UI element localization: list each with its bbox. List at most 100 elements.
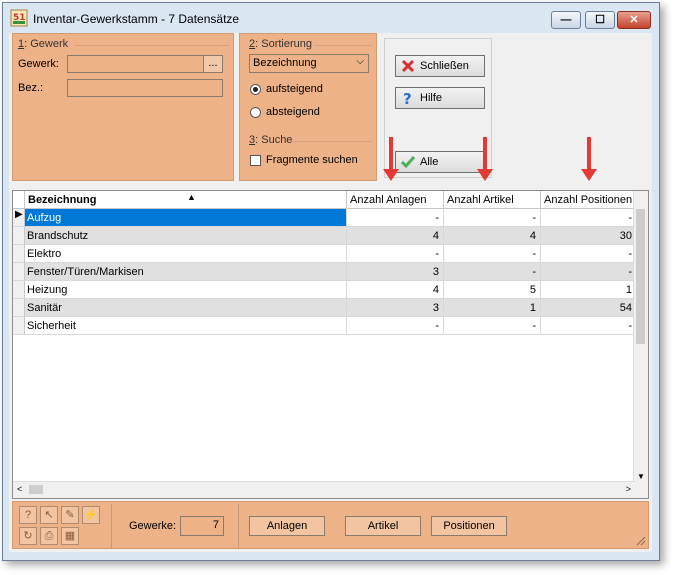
aufsteigend-label: aufsteigend bbox=[266, 83, 323, 95]
close-button[interactable]: Schließen bbox=[395, 55, 485, 77]
cell-name[interactable]: Sanitär bbox=[25, 299, 347, 317]
row-indicator[interactable] bbox=[13, 263, 25, 281]
cell-anlagen[interactable]: - bbox=[347, 317, 444, 335]
table-row[interactable]: Fenster/Türen/Markisen 3- - bbox=[13, 263, 637, 281]
cell-anlagen[interactable]: 3 bbox=[347, 299, 444, 317]
cell-artikel[interactable]: 4 bbox=[444, 227, 541, 245]
cell-anlagen[interactable]: 4 bbox=[347, 281, 444, 299]
gewerke-count-field: 7 bbox=[180, 516, 224, 536]
column-header-positionen[interactable]: Anzahl Positionen bbox=[541, 191, 637, 209]
cell-name[interactable]: Aufzug bbox=[25, 209, 347, 227]
fragments-checkbox[interactable] bbox=[250, 155, 261, 166]
refresh-icon[interactable]: ↻ bbox=[19, 527, 37, 545]
horizontal-scrollbar[interactable]: < > bbox=[13, 481, 635, 498]
cell-positionen[interactable]: - bbox=[541, 317, 637, 335]
pointer-icon[interactable]: ↖ bbox=[40, 506, 58, 524]
vertical-scrollbar[interactable]: ▼ bbox=[633, 191, 648, 483]
hscroll-thumb[interactable] bbox=[29, 485, 43, 494]
table-row[interactable]: Sicherheit - - - bbox=[13, 317, 637, 335]
search-group-label: 3: Suche bbox=[249, 134, 293, 146]
help-icon[interactable]: ? bbox=[19, 506, 37, 524]
bottom-toolbar: ? ↖ ✎ ⚡ ↻ ⎙ ▦ Gewerke: 7 Anlagen Artikel… bbox=[12, 501, 649, 549]
close-window-button[interactable]: ✕ bbox=[617, 11, 651, 29]
table-row[interactable]: ▶ Aufzug - - - bbox=[13, 209, 637, 227]
cell-artikel[interactable]: - bbox=[444, 263, 541, 281]
cell-positionen[interactable]: - bbox=[541, 263, 637, 281]
column-header-anlagen[interactable]: Anzahl Anlagen bbox=[347, 191, 444, 209]
cell-positionen[interactable]: - bbox=[541, 209, 637, 227]
artikel-button[interactable]: Artikel bbox=[345, 516, 421, 536]
row-indicator[interactable]: ▶ bbox=[13, 209, 25, 227]
bez-field[interactable] bbox=[67, 79, 223, 97]
row-indicator[interactable] bbox=[13, 299, 25, 317]
anlagen-button[interactable]: Anlagen bbox=[249, 516, 325, 536]
maximize-icon: ☐ bbox=[595, 14, 605, 26]
all-button[interactable]: Alle bbox=[395, 151, 485, 173]
row-indicator[interactable] bbox=[13, 227, 25, 245]
radio-absteigend[interactable] bbox=[250, 107, 261, 118]
scroll-corner bbox=[634, 482, 648, 498]
sort-group-label: 2: Sortierung bbox=[249, 38, 312, 50]
print-icon[interactable]: ⎙ bbox=[40, 527, 58, 545]
maximize-button[interactable]: ☐ bbox=[585, 11, 615, 29]
minimize-button[interactable]: — bbox=[551, 11, 581, 29]
pencil-icon[interactable]: ✎ bbox=[61, 506, 79, 524]
cell-positionen[interactable]: 30 bbox=[541, 227, 637, 245]
cell-positionen[interactable]: - bbox=[541, 245, 637, 263]
all-button-label: Alle bbox=[420, 156, 439, 168]
annotation-arrow-artikel bbox=[477, 137, 493, 181]
cell-positionen[interactable]: 1 bbox=[541, 281, 637, 299]
absteigend-label: absteigend bbox=[266, 106, 320, 118]
table-icon[interactable]: ▦ bbox=[61, 527, 79, 545]
cell-artikel[interactable]: 5 bbox=[444, 281, 541, 299]
action-button-panel: Schließen ? Hilfe Alle bbox=[384, 38, 492, 178]
table-row[interactable]: Elektro - - - bbox=[13, 245, 637, 263]
cell-anlagen[interactable]: - bbox=[347, 245, 444, 263]
table-row[interactable]: Brandschutz 4 4 30 bbox=[13, 227, 637, 245]
sort-combo-value: Bezeichnung bbox=[253, 57, 317, 69]
radio-aufsteigend[interactable] bbox=[250, 84, 261, 95]
title-bar: 51 Inventar-Gewerkstamm - 7 Datensätze —… bbox=[3, 3, 659, 33]
gewerk-filter-panel: 1: Gewerk Gewerk: ... Bez.: bbox=[12, 33, 234, 181]
gewerk-label: Gewerk: bbox=[18, 58, 59, 70]
close-icon: ✕ bbox=[629, 14, 639, 26]
column-header-bezeichnung[interactable]: Bezeichnung ▲ bbox=[25, 191, 347, 209]
cell-name[interactable]: Heizung bbox=[25, 281, 347, 299]
table-row[interactable]: Sanitär 3 1 54 bbox=[13, 299, 637, 317]
cell-positionen[interactable]: 54 bbox=[541, 299, 637, 317]
resize-grip-icon[interactable] bbox=[636, 536, 646, 546]
bez-label: Bez.: bbox=[18, 82, 44, 94]
gewerke-count-value: 7 bbox=[212, 519, 219, 531]
cell-anlagen[interactable]: 4 bbox=[347, 227, 444, 245]
cell-name[interactable]: Sicherheit bbox=[25, 317, 347, 335]
cell-artikel[interactable]: - bbox=[444, 245, 541, 263]
positionen-button[interactable]: Positionen bbox=[431, 516, 507, 536]
row-indicator-header bbox=[13, 191, 25, 209]
scroll-right-icon[interactable]: > bbox=[626, 484, 631, 494]
browse-button[interactable]: ... bbox=[203, 56, 222, 72]
cell-name[interactable]: Brandschutz bbox=[25, 227, 347, 245]
data-grid: Bezeichnung ▲ Anzahl Anlagen Anzahl Artik… bbox=[12, 190, 649, 499]
group-divider bbox=[75, 45, 229, 46]
cell-artikel[interactable]: - bbox=[444, 317, 541, 335]
sort-combo[interactable]: Bezeichnung ⌵ bbox=[249, 54, 369, 73]
lightning-icon[interactable]: ⚡ bbox=[82, 506, 100, 524]
column-header-artikel[interactable]: Anzahl Artikel bbox=[444, 191, 541, 209]
row-indicator[interactable] bbox=[13, 281, 25, 299]
cell-anlagen[interactable]: 3 bbox=[347, 263, 444, 281]
scroll-thumb[interactable] bbox=[636, 209, 645, 344]
row-indicator[interactable] bbox=[13, 317, 25, 335]
cell-name[interactable]: Elektro bbox=[25, 245, 347, 263]
cell-anlagen[interactable]: - bbox=[347, 209, 444, 227]
cell-artikel[interactable]: - bbox=[444, 209, 541, 227]
row-indicator[interactable] bbox=[13, 245, 25, 263]
scroll-left-icon[interactable]: < bbox=[17, 484, 22, 494]
help-button[interactable]: ? Hilfe bbox=[395, 87, 485, 109]
gewerk-field[interactable]: ... bbox=[67, 55, 223, 73]
cell-name[interactable]: Fenster/Türen/Markisen bbox=[25, 263, 347, 281]
current-row-icon: ▶ bbox=[15, 209, 23, 220]
app-icon: 51 bbox=[10, 9, 28, 27]
scroll-down-icon[interactable]: ▼ bbox=[637, 472, 645, 481]
table-row[interactable]: Heizung 4 5 1 bbox=[13, 281, 637, 299]
cell-artikel[interactable]: 1 bbox=[444, 299, 541, 317]
